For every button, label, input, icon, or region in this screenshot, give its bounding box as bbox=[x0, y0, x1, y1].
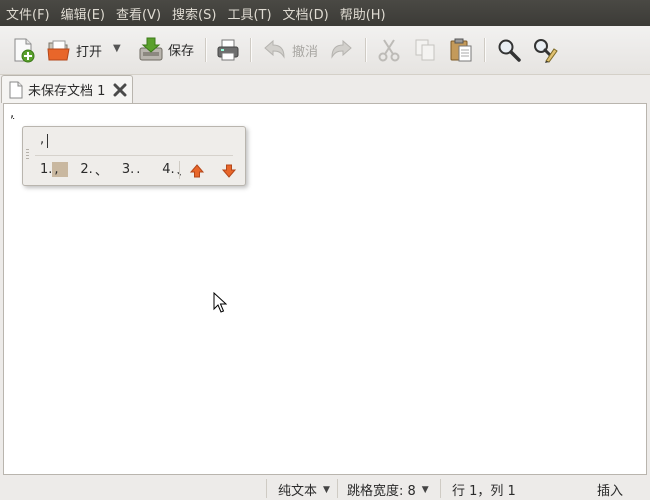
ime-candidate-window: , 1. , 2. 、 3. . 4. 、 bbox=[22, 126, 246, 186]
insert-mode: 插入 bbox=[597, 480, 623, 499]
ime-divider bbox=[35, 155, 233, 156]
undo-label: 撤消 bbox=[292, 44, 319, 60]
language-label: 纯文本 bbox=[278, 484, 318, 499]
status-separator bbox=[337, 479, 338, 498]
search-icon bbox=[498, 39, 521, 62]
menu-documents[interactable]: 文档(D) bbox=[277, 4, 334, 23]
undo-button[interactable]: 撤消 bbox=[262, 37, 318, 63]
cursor-position-label: 行 1，列 1 bbox=[452, 484, 516, 499]
menubar: 文件(F) 编辑(E) 查看(V) 搜索(S) 工具(T) 文档(D) 帮助(H… bbox=[0, 0, 650, 26]
arrow-up-icon[interactable] bbox=[189, 163, 205, 179]
drag-handle[interactable] bbox=[26, 149, 29, 159]
cut-button[interactable] bbox=[376, 37, 402, 63]
ime-candidate-2[interactable]: 2. 、 bbox=[80, 160, 109, 179]
insert-mode-label: 插入 bbox=[597, 484, 624, 499]
mouse-pointer-icon bbox=[213, 292, 227, 313]
paste-button[interactable] bbox=[448, 37, 474, 63]
chevron-down-icon: ▼ bbox=[421, 484, 429, 495]
tab-untitled-document[interactable]: 未保存文档 1 bbox=[1, 75, 133, 103]
toolbar-separator bbox=[484, 38, 486, 62]
paste-icon bbox=[450, 38, 472, 62]
language-selector[interactable]: 纯文本 ▼ bbox=[278, 480, 330, 499]
chevron-down-icon: ▼ bbox=[323, 484, 330, 495]
candidate-text: , bbox=[52, 162, 69, 177]
arrow-down-icon[interactable] bbox=[221, 163, 237, 179]
new-document-icon bbox=[14, 38, 35, 63]
candidate-index: 3. bbox=[121, 162, 135, 177]
menu-help[interactable]: 帮助(H) bbox=[334, 4, 391, 23]
status-separator bbox=[440, 479, 441, 498]
new-button[interactable] bbox=[10, 37, 36, 63]
toolbar-separator bbox=[365, 38, 367, 62]
copy-button[interactable] bbox=[412, 37, 438, 63]
ime-caret bbox=[47, 134, 48, 148]
editor-content: , bbox=[10, 106, 15, 121]
find-replace-button[interactable] bbox=[532, 37, 558, 63]
candidate-text: . bbox=[136, 162, 141, 177]
menu-tools[interactable]: 工具(T) bbox=[221, 4, 276, 23]
status-separator bbox=[266, 479, 267, 498]
open-recent-dropdown[interactable]: ▼ bbox=[113, 43, 121, 54]
find-replace-icon bbox=[534, 39, 558, 63]
menu-edit[interactable]: 编辑(E) bbox=[55, 4, 110, 23]
toolbar-separator bbox=[250, 38, 252, 62]
document-icon bbox=[9, 81, 23, 98]
chevron-down-icon: ▼ bbox=[113, 43, 121, 54]
ime-candidate-4[interactable]: 4. 、 bbox=[162, 160, 191, 179]
print-button[interactable] bbox=[215, 37, 241, 63]
candidate-index: 1. bbox=[40, 162, 53, 177]
cursor-position: 行 1，列 1 bbox=[452, 480, 516, 499]
toolbar-separator bbox=[205, 38, 207, 62]
save-label: 保存 bbox=[168, 43, 195, 59]
tab-title: 未保存文档 1 bbox=[28, 84, 106, 99]
toolbar: 打开 ▼ 保存 撤消 bbox=[0, 26, 650, 75]
copy-icon bbox=[415, 39, 435, 61]
menu-search[interactable]: 搜索(S) bbox=[166, 4, 221, 23]
open-folder-icon bbox=[47, 40, 70, 61]
open-button[interactable]: 打开 bbox=[46, 37, 102, 63]
redo-button[interactable] bbox=[328, 37, 354, 63]
candidate-index: 4. bbox=[162, 162, 175, 177]
menu-file[interactable]: 文件(F) bbox=[0, 4, 55, 23]
cut-icon bbox=[378, 39, 400, 62]
close-icon[interactable] bbox=[113, 83, 127, 97]
save-button[interactable]: 保存 bbox=[138, 36, 194, 62]
tab-width-selector[interactable]: 跳格宽度: 8 ▼ bbox=[347, 480, 429, 499]
candidate-text: 、 bbox=[94, 164, 108, 179]
undo-icon bbox=[264, 39, 285, 59]
tab-width-label: 跳格宽度: 8 bbox=[347, 484, 416, 499]
open-label: 打开 bbox=[76, 44, 103, 60]
menu-view[interactable]: 查看(V) bbox=[110, 4, 166, 23]
redo-icon bbox=[331, 39, 352, 59]
statusbar: 纯文本 ▼ 跳格宽度: 8 ▼ 行 1，列 1 插入 bbox=[0, 478, 650, 500]
ime-separator bbox=[179, 161, 180, 179]
save-icon bbox=[139, 37, 163, 61]
candidate-index: 2. bbox=[80, 162, 93, 177]
document-tabs: 未保存文档 1 bbox=[0, 75, 650, 103]
ime-candidate-1[interactable]: 1. , bbox=[40, 162, 69, 177]
print-icon bbox=[217, 39, 239, 61]
ime-candidate-3[interactable]: 3. . bbox=[122, 162, 150, 177]
find-button[interactable] bbox=[496, 37, 522, 63]
ime-preedit-text: , bbox=[40, 132, 45, 147]
